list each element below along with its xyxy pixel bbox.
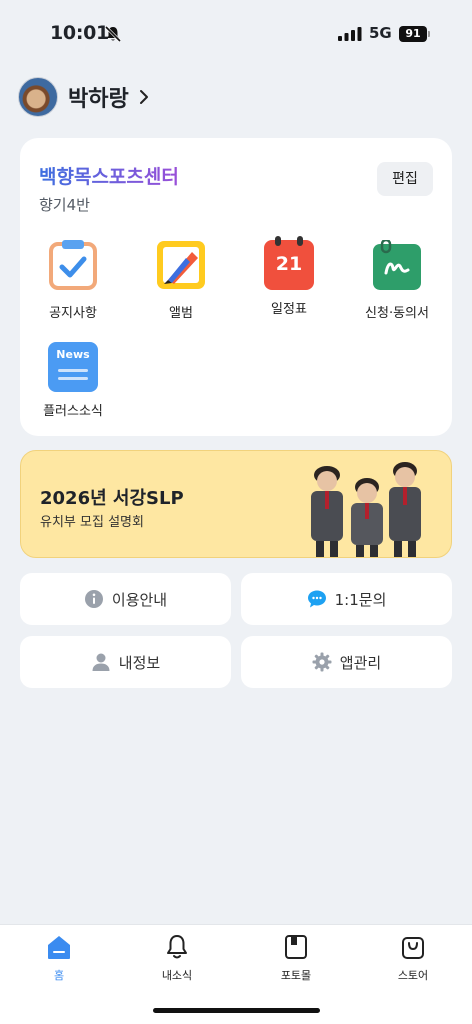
inquiry-button[interactable]: 1:1문의 bbox=[241, 573, 452, 625]
class-card: 백향목스포츠센터 향기4반 편집 공지사항 앨범 21 일정표 신청·동의서 N… bbox=[20, 138, 452, 436]
promo-banner[interactable]: 2026년 서강SLP 유치부 모집 설명회 bbox=[20, 450, 452, 558]
class-name: 향기4반 bbox=[39, 196, 90, 214]
menu-label: 공지사항 bbox=[49, 306, 97, 321]
menu-item-notice[interactable]: 공지사항 bbox=[25, 240, 121, 321]
tab-label: 홈 bbox=[53, 969, 65, 982]
battery-icon: 91 bbox=[399, 26, 427, 42]
profile-header[interactable]: 박하랑 bbox=[18, 76, 149, 118]
quick-link-label: 1:1문의 bbox=[334, 590, 387, 609]
menu-item-album[interactable]: 앨범 bbox=[133, 240, 229, 321]
home-indicator bbox=[153, 1008, 320, 1013]
menu-item-plus-news[interactable]: News 플러스소식 bbox=[25, 342, 121, 419]
gear-icon bbox=[312, 652, 332, 672]
quick-link-label: 이용안내 bbox=[111, 590, 168, 609]
status-time: 10:01 bbox=[50, 22, 109, 44]
cellular-signal-icon bbox=[338, 27, 362, 41]
home-icon bbox=[48, 936, 70, 959]
menu-label: 플러스소식 bbox=[43, 404, 103, 419]
banner-title: 2026년 서강SLP bbox=[40, 488, 184, 509]
photo-book-icon bbox=[285, 935, 307, 959]
menu-label: 앨범 bbox=[169, 306, 193, 321]
status-bar: 10:01 5G 91 bbox=[0, 0, 472, 66]
news-icon: News bbox=[48, 342, 98, 392]
consent-form-icon bbox=[373, 238, 421, 290]
tab-label: 스토어 bbox=[397, 969, 429, 982]
menu-label: 신청·동의서 bbox=[365, 306, 429, 321]
menu-label: 일정표 bbox=[271, 302, 307, 317]
network-type: 5G bbox=[369, 24, 392, 42]
bell-icon bbox=[167, 935, 187, 959]
quick-link-label: 앱관리 bbox=[339, 653, 382, 672]
tab-photo-mall[interactable]: 포토몰 bbox=[256, 933, 336, 983]
menu-item-consent[interactable]: 신청·동의서 bbox=[349, 238, 445, 321]
info-icon bbox=[84, 590, 103, 608]
my-info-button[interactable]: 내정보 bbox=[20, 636, 231, 688]
students-illustration bbox=[311, 462, 421, 557]
chevron-right-icon bbox=[139, 90, 148, 104]
banner-subtitle: 유치부 모집 설명회 bbox=[40, 515, 144, 530]
battery-tip bbox=[428, 31, 430, 37]
chat-bubble-icon bbox=[307, 590, 326, 608]
tab-store[interactable]: 스토어 bbox=[373, 933, 453, 983]
app-settings-button[interactable]: 앱관리 bbox=[241, 636, 452, 688]
usage-guide-button[interactable]: 이용안내 bbox=[20, 573, 231, 625]
quick-link-label: 내정보 bbox=[118, 653, 161, 672]
avatar bbox=[18, 77, 58, 117]
bell-off-icon bbox=[104, 25, 122, 43]
profile-name: 박하랑 bbox=[68, 87, 129, 112]
calendar-icon: 21 bbox=[264, 236, 314, 290]
notice-clipboard-icon bbox=[49, 240, 97, 290]
calendar-day: 21 bbox=[275, 253, 303, 275]
tab-my-news[interactable]: 내소식 bbox=[137, 933, 217, 983]
center-name: 백향목스포츠센터 bbox=[39, 162, 179, 189]
tab-label: 내소식 bbox=[161, 969, 193, 982]
person-icon bbox=[92, 653, 110, 671]
shopping-bag-icon bbox=[402, 937, 424, 959]
album-icon bbox=[157, 241, 205, 289]
tab-label: 포토몰 bbox=[280, 969, 312, 982]
news-badge: News bbox=[56, 348, 90, 361]
edit-button[interactable]: 편집 bbox=[377, 162, 433, 196]
menu-item-calendar[interactable]: 21 일정표 bbox=[241, 236, 337, 317]
tab-home[interactable]: 홈 bbox=[19, 933, 99, 983]
